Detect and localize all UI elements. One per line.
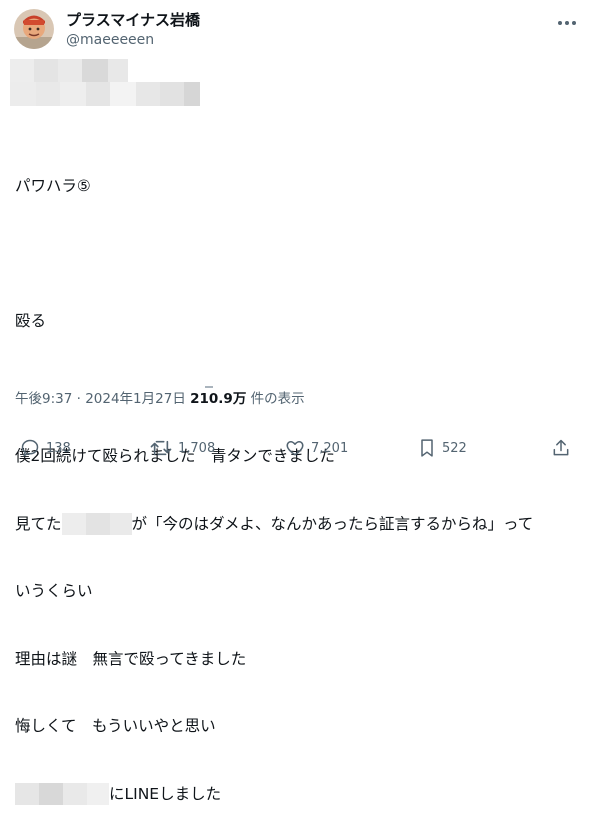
tweet-meta: 午後9:37 · 2024年1月27日 210.9万 件の表示 bbox=[15, 390, 305, 408]
tweet-line: 殴る bbox=[15, 312, 47, 330]
redacted-line-2 bbox=[10, 82, 200, 106]
like-button[interactable]: 7,201 bbox=[285, 436, 348, 460]
retweet-count: 1,708 bbox=[178, 440, 216, 456]
bookmark-icon bbox=[418, 438, 436, 458]
more-dots-icon bbox=[557, 11, 577, 30]
redacted-mark bbox=[205, 386, 213, 388]
tweet-line: 悔しくて もういいやと思い bbox=[15, 717, 216, 735]
redacted-name bbox=[61, 513, 132, 535]
retweet-button[interactable]: 1,708 bbox=[150, 436, 215, 460]
like-count: 7,201 bbox=[311, 440, 349, 456]
user-handle[interactable]: @maeeeeen bbox=[66, 31, 154, 49]
bookmark-button[interactable]: 522 bbox=[418, 436, 467, 460]
tweet-line: パワハラ⑤ bbox=[15, 177, 91, 195]
reply-count: 138 bbox=[46, 440, 71, 456]
bookmark-count: 522 bbox=[442, 440, 467, 456]
share-button[interactable] bbox=[551, 436, 571, 460]
action-bar: 138 1,708 7,201 522 bbox=[0, 430, 590, 466]
retweet-icon bbox=[150, 438, 172, 458]
views-label: 件の表示 bbox=[246, 391, 305, 407]
tweet-line-segment: にLINEしました bbox=[109, 784, 222, 803]
tweet-text: パワハラ⑤ 殴る 僕2回続けて殴られました 青タンできました 見てた が「今のはダ… bbox=[15, 130, 575, 828]
tweet-line-segment: が「今のはダメよ、なんかあったら証言するからね」って bbox=[131, 514, 534, 533]
tweet-date[interactable]: 2024年1月27日 bbox=[85, 391, 186, 407]
tweet-time[interactable]: 午後9:37 bbox=[15, 391, 72, 407]
redacted-name bbox=[15, 783, 109, 805]
tweet-line: にLINEしました bbox=[15, 783, 575, 805]
reply-button[interactable]: 138 bbox=[20, 436, 71, 460]
share-icon bbox=[551, 438, 571, 458]
tweet-line: 理由は謎 無言で殴ってきました bbox=[15, 649, 247, 668]
tweet-line: 見てた が「今のはダメよ、なんかあったら証言するからね」って bbox=[15, 513, 575, 535]
meta-separator: · bbox=[72, 391, 86, 407]
more-options-button[interactable] bbox=[550, 8, 584, 32]
reply-icon bbox=[20, 438, 40, 458]
tweet-line-segment: 見てた bbox=[15, 514, 62, 533]
heart-icon bbox=[285, 438, 305, 458]
tweet-line: いうくらい bbox=[15, 582, 93, 600]
views-count: 210.9万 bbox=[190, 391, 247, 407]
display-name[interactable]: プラスマイナス岩橋 bbox=[66, 10, 200, 30]
avatar[interactable] bbox=[14, 9, 54, 49]
redacted-line-1 bbox=[10, 59, 128, 83]
